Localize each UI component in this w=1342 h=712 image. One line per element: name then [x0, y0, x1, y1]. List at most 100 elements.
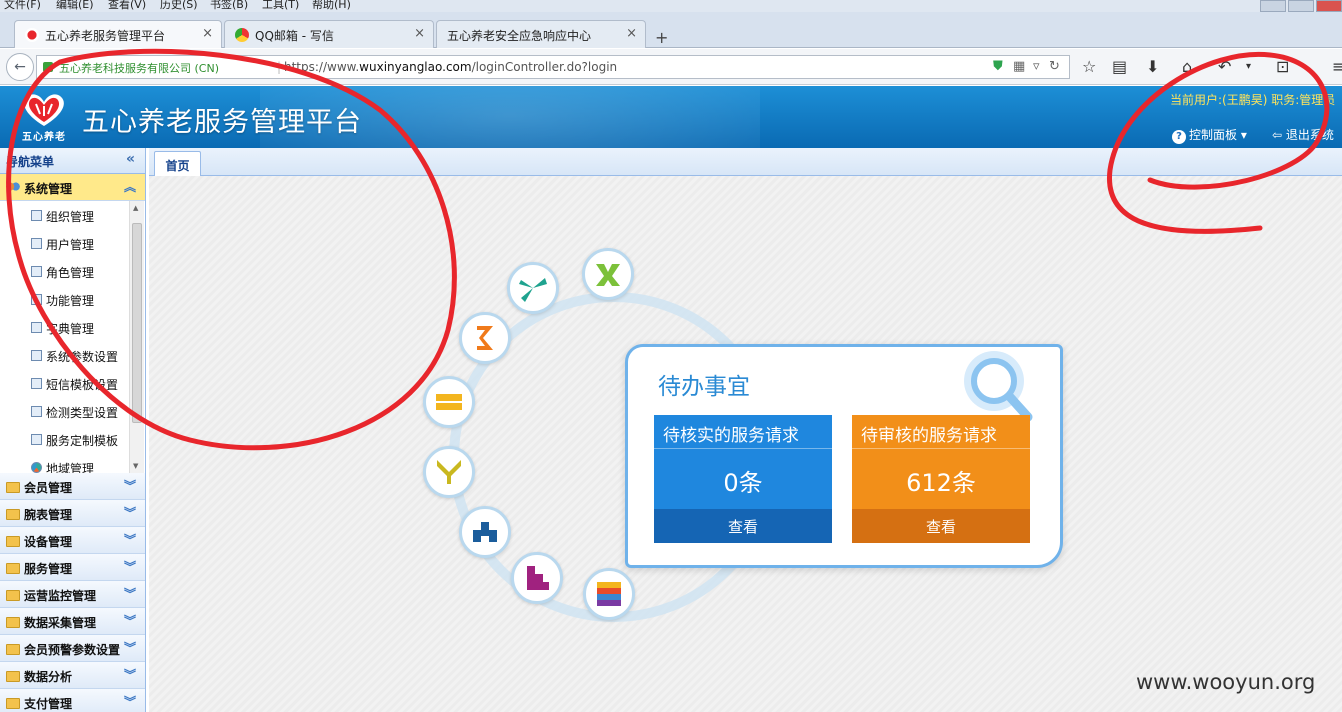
folder-icon: [6, 509, 20, 520]
chevron-down-icon[interactable]: ︾: [124, 477, 136, 494]
todo-card: 待办事宜 待核实的服务请求 0条 查看 待审核的服务请求 612条 查看: [625, 344, 1063, 568]
green-y-icon[interactable]: [582, 248, 634, 300]
group-service-management[interactable]: 服务管理 ︾: [0, 554, 145, 581]
lock-icon: [43, 62, 53, 72]
nav-menu-title: 导航菜单: [6, 155, 55, 169]
address-bar[interactable]: 五心养老科技服务有限公司 (CN) | https://www.wuxinyan…: [36, 55, 1070, 79]
menu-function-management[interactable]: 功能管理: [0, 285, 145, 313]
yellow-bar-icon[interactable]: [423, 376, 475, 428]
chevron-down-icon[interactable]: ︾: [124, 666, 136, 683]
yellow-y-icon[interactable]: [423, 446, 475, 498]
control-panel-menu[interactable]: ? 控制面板 ▾: [1172, 126, 1247, 144]
group-member-management[interactable]: 会员管理 ︾: [0, 473, 145, 500]
qq-mail-icon: [235, 28, 249, 42]
undo-dropdown-icon[interactable]: ▾: [1246, 61, 1251, 72]
doc-icon: [31, 294, 42, 305]
scroll-down-icon[interactable]: ▼: [133, 462, 138, 470]
view-pending-review-button[interactable]: 查看: [852, 509, 1030, 543]
close-tab-icon[interactable]: ×: [626, 26, 637, 41]
folder-icon: [6, 617, 20, 628]
tab-home[interactable]: 首页: [154, 151, 201, 177]
tab-qq-mail[interactable]: QQ邮箱 - 写信 ×: [224, 20, 434, 48]
logout-arrow-icon: ⇦: [1272, 128, 1283, 142]
browser-menu-bar: 文件(F) 编辑(E) 查看(V) 历史(S) 书签(B) 工具(T) 帮助(H…: [0, 0, 1342, 12]
striped-square-icon[interactable]: [583, 568, 635, 620]
folder-icon: [6, 698, 20, 709]
doc-icon: [31, 322, 42, 333]
logout-button[interactable]: ⇦ 退出系统: [1272, 126, 1334, 143]
back-button[interactable]: ←: [6, 53, 34, 81]
tab-security-center[interactable]: 五心养老安全应急响应中心 ×: [436, 20, 646, 48]
teal-fan-icon[interactable]: [507, 262, 559, 314]
undo-icon[interactable]: ↶: [1218, 57, 1231, 76]
chevron-down-icon[interactable]: ︾: [124, 612, 136, 629]
blue-tetris-icon[interactable]: [459, 506, 511, 558]
chevron-down-icon[interactable]: ︾: [124, 639, 136, 656]
menu-user-management[interactable]: 用户管理: [0, 229, 145, 257]
menu-view[interactable]: 查看(V): [108, 0, 146, 12]
folder-icon: [6, 671, 20, 682]
dropdown-icon[interactable]: ▿: [1033, 59, 1040, 74]
menu-detection-type[interactable]: 检测类型设置: [0, 397, 145, 425]
home-icon[interactable]: ⌂: [1182, 57, 1192, 76]
menu-help[interactable]: 帮助(H): [312, 0, 351, 12]
chevron-down-icon[interactable]: ︾: [124, 504, 136, 521]
close-tab-icon[interactable]: ×: [202, 26, 213, 41]
control-panel-label: 控制面板: [1189, 128, 1238, 142]
menu-dict-management[interactable]: 字典管理: [0, 313, 145, 341]
group-alert-params[interactable]: 会员预警参数设置 ︾: [0, 635, 145, 662]
scrollbar-thumb[interactable]: [132, 223, 142, 423]
scroll-up-icon[interactable]: ▲: [133, 204, 138, 212]
group-system-management[interactable]: 系统管理 ︽: [0, 174, 145, 201]
maximize-button[interactable]: [1288, 0, 1314, 12]
chevron-down-icon[interactable]: ︾: [124, 558, 136, 575]
close-tab-icon[interactable]: ×: [414, 26, 425, 41]
browser-nav-bar: ← 五心养老科技服务有限公司 (CN) | https://www.wuxiny…: [0, 49, 1342, 85]
menu-bookmarks[interactable]: 书签(B): [210, 0, 248, 12]
submenu-scrollbar[interactable]: ▲ ▼: [129, 201, 144, 473]
chevron-down-icon[interactable]: ︾: [124, 693, 136, 710]
group-data-collection[interactable]: 数据采集管理 ︾: [0, 608, 145, 635]
minimize-button[interactable]: [1260, 0, 1286, 12]
tab-label: 五心养老服务管理平台: [45, 29, 166, 43]
menu-history[interactable]: 历史(S): [160, 0, 198, 12]
magenta-puzzle-icon[interactable]: [511, 552, 563, 604]
menu-region-management[interactable]: 地域管理: [0, 453, 145, 473]
menu-system-params[interactable]: 系统参数设置: [0, 341, 145, 369]
browser-tab-bar: 五心养老服务管理平台 × QQ邮箱 - 写信 × 五心养老安全应急响应中心 × …: [0, 12, 1342, 48]
crop-icon[interactable]: ⊡: [1276, 57, 1289, 76]
bookmark-star-icon[interactable]: ☆: [1082, 57, 1096, 76]
qr-code-icon[interactable]: ▦: [1013, 59, 1025, 74]
doc-icon: [31, 238, 42, 249]
main-content: 首页 待办事宜 待核实的服务请求 0条 查看 待审核的服务请求 612条 查看: [149, 148, 1342, 712]
menu-sms-template[interactable]: 短信模板设置: [0, 369, 145, 397]
menu-role-management[interactable]: 角色管理: [0, 257, 145, 285]
folder-icon: [6, 563, 20, 574]
group-operations-monitoring[interactable]: 运营监控管理 ︾: [0, 581, 145, 608]
menu-service-template[interactable]: 服务定制模板: [0, 425, 145, 453]
menu-org-management[interactable]: 组织管理: [0, 201, 145, 229]
reload-icon[interactable]: ↻: [1049, 59, 1060, 74]
menu-icon[interactable]: ≡: [1332, 57, 1342, 76]
chevron-up-icon[interactable]: ︽: [124, 178, 136, 195]
group-data-analysis[interactable]: 数据分析 ︾: [0, 662, 145, 689]
shield-icon[interactable]: ⛊: [993, 59, 1003, 74]
menu-file[interactable]: 文件(F): [4, 0, 41, 12]
tab-wuxin-platform[interactable]: 五心养老服务管理平台 ×: [14, 20, 222, 48]
view-pending-verify-button[interactable]: 查看: [654, 509, 832, 543]
collapse-sidebar-icon[interactable]: «: [126, 151, 135, 167]
group-payment-management[interactable]: 支付管理 ︾: [0, 689, 145, 712]
chevron-down-icon[interactable]: ︾: [124, 585, 136, 602]
close-window-button[interactable]: [1316, 0, 1342, 12]
heart-logo-icon: [25, 28, 39, 42]
orange-s-icon[interactable]: [459, 312, 511, 364]
menu-tools[interactable]: 工具(T): [262, 0, 299, 12]
group-watch-management[interactable]: 腕表管理 ︾: [0, 500, 145, 527]
new-tab-button[interactable]: +: [655, 28, 668, 47]
group-device-management[interactable]: 设备管理 ︾: [0, 527, 145, 554]
menu-edit[interactable]: 编辑(E): [56, 0, 94, 12]
pending-verify-label: 待核实的服务请求: [654, 415, 832, 449]
chevron-down-icon[interactable]: ︾: [124, 531, 136, 548]
reader-icon[interactable]: ▤: [1112, 57, 1127, 76]
download-icon[interactable]: ⬇: [1146, 57, 1159, 76]
